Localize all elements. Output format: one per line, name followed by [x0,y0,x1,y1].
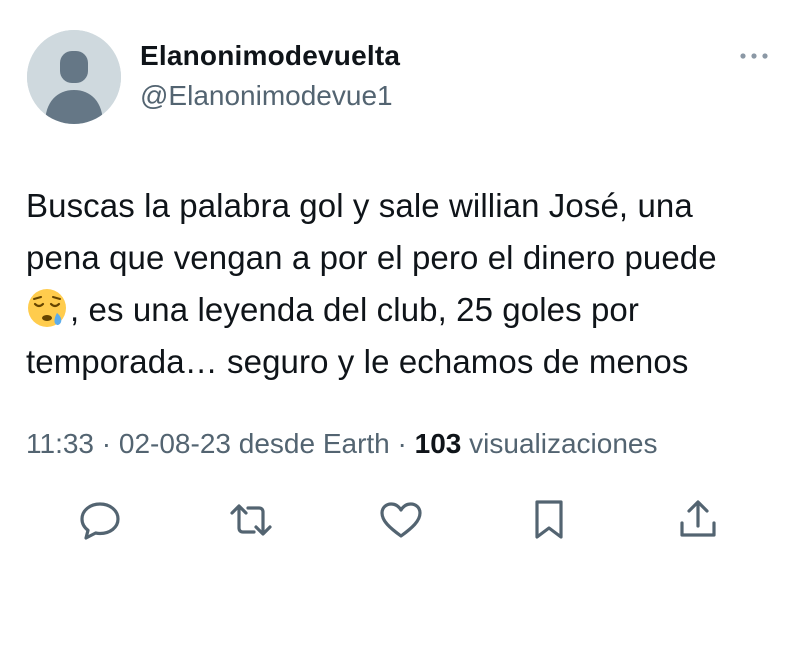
more-horizontal-icon [740,53,768,59]
more-options-button[interactable] [734,44,774,68]
tweet-text-line: Buscas la palabra gol y sale willian Jos… [26,187,693,224]
meta-separator: · [397,428,407,459]
sleepy-face-emoji [28,289,66,327]
retweet-icon [230,504,272,536]
user-handle[interactable]: @Elanonimodevue1 [140,80,393,112]
display-name[interactable]: Elanonimodevuelta [140,40,400,72]
tweet-text-line: , es una leyenda del club, 25 goles por [26,284,786,336]
bookmark-icon [535,500,563,539]
like-icon [380,502,422,538]
reply-icon [80,502,120,540]
tweet-text: Buscas la palabra gol y sale willian Jos… [26,180,786,388]
share-button[interactable] [673,495,723,545]
meta-separator: · [101,428,112,459]
tweet-meta: 11:33 · 02-08-23 desde Earth · 103 visua… [26,428,657,460]
like-button[interactable] [376,495,426,545]
tweet-text-segment: , es una leyenda del club, 25 goles por [70,291,639,328]
default-avatar-icon [27,30,121,124]
tweet-text-line: pena que vengan a por el pero el dinero … [26,239,717,276]
tweet-actions [0,495,800,545]
avatar[interactable] [27,30,121,124]
share-icon [680,500,716,537]
tweet-date[interactable]: 02-08-23 [119,428,231,459]
tweet-text-line: temporada… seguro y le echamos de menos [26,343,689,380]
bookmark-button[interactable] [524,495,574,545]
retweet-button[interactable] [226,495,276,545]
reply-button[interactable] [75,495,125,545]
views-count: 103 [414,428,462,459]
tweet-source: desde Earth [238,428,390,459]
views-label: visualizaciones [469,428,658,459]
tweet-time[interactable]: 11:33 [26,428,94,459]
